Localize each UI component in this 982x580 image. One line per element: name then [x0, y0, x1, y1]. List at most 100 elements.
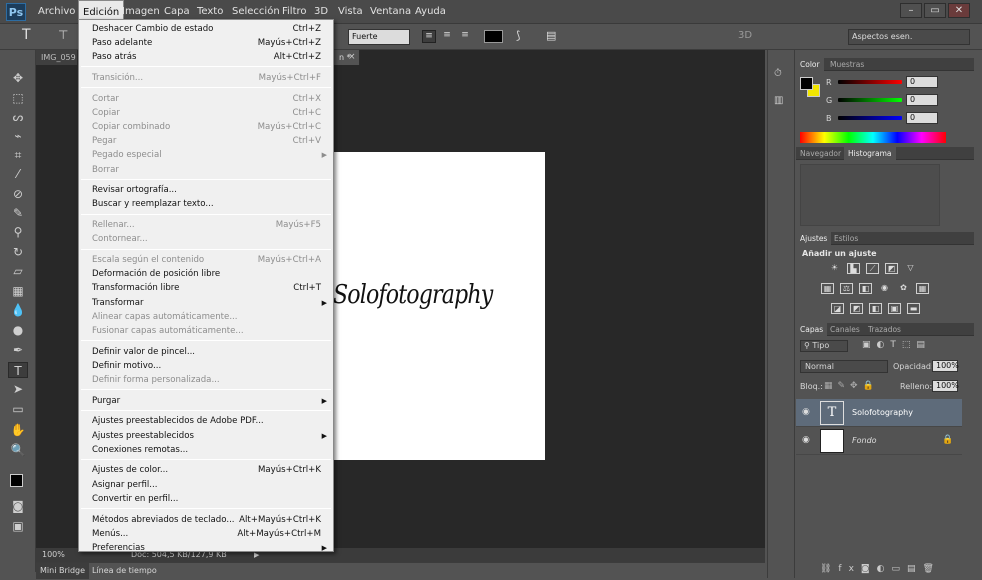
- menu-vista[interactable]: Vista: [334, 0, 367, 24]
- tab-timeline[interactable]: Línea de tiempo: [88, 563, 161, 579]
- brush-tool-icon[interactable]: ✎: [8, 205, 28, 221]
- tab-mini-bridge[interactable]: Mini Bridge: [36, 563, 90, 579]
- edit-menu-item[interactable]: Menús... Alt+Mayús+Ctrl+M: [79, 527, 333, 541]
- curves-adjust-icon[interactable]: ⟋: [866, 263, 879, 274]
- zoom-tool-icon[interactable]: 🔍: [8, 442, 28, 458]
- edit-menu-item[interactable]: Transformación libre Ctrl+T: [79, 281, 333, 295]
- restore-button[interactable]: ▭: [924, 3, 946, 18]
- vibrance-adjust-icon[interactable]: ▽: [904, 263, 917, 274]
- channel-r-slider[interactable]: [838, 80, 902, 84]
- fill-input[interactable]: 100%: [932, 380, 959, 392]
- color-fg-swatch[interactable]: [800, 77, 813, 90]
- eyedropper-tool-icon[interactable]: ⁄: [8, 166, 28, 182]
- layers-footer-icons[interactable]: ⛓fx◙◐▭▤🗑: [820, 564, 941, 574]
- history-brush-tool-icon[interactable]: ↻: [8, 244, 28, 260]
- type-tool-preset-icon[interactable]: T: [22, 27, 31, 43]
- path-select-tool-icon[interactable]: ➤: [8, 381, 28, 397]
- layer-filter-select[interactable]: ⚲ Tipo: [800, 340, 848, 352]
- align-left-icon[interactable]: ≡: [422, 30, 436, 43]
- foreground-color-swatch[interactable]: [10, 474, 23, 487]
- lasso-tool-icon[interactable]: ᔕ: [8, 109, 28, 125]
- tab-close-icon[interactable]: ×: [348, 50, 356, 65]
- layer-name[interactable]: Fondo: [852, 436, 877, 445]
- tab-layers[interactable]: Capas: [796, 323, 828, 336]
- edit-menu-item[interactable]: Definir valor de pincel...: [79, 345, 333, 359]
- edit-menu-item[interactable]: Transformar ▶: [79, 296, 333, 310]
- gradient-tool-icon[interactable]: ▦: [8, 283, 28, 299]
- menu-archivo[interactable]: Archivo: [34, 0, 79, 24]
- marquee-tool-icon[interactable]: ⬚: [8, 90, 28, 106]
- hue-adjust-icon[interactable]: ▦: [821, 283, 834, 294]
- crop-tool-icon[interactable]: ⌗: [8, 147, 28, 163]
- align-center-icon[interactable]: ≡: [440, 30, 454, 43]
- color-spectrum-bar[interactable]: [800, 132, 946, 143]
- edit-menu-item[interactable]: Paso atrás Alt+Ctrl+Z: [79, 50, 333, 64]
- photo-filter-adjust-icon[interactable]: ◉: [878, 283, 891, 294]
- edit-menu-item[interactable]: Revisar ortografía...: [79, 183, 333, 197]
- brightness-adjust-icon[interactable]: ☀: [828, 263, 841, 274]
- type-tool-icon[interactable]: T: [8, 362, 28, 378]
- align-right-icon[interactable]: ≡: [458, 30, 472, 43]
- visibility-eye-icon[interactable]: ◉: [802, 435, 810, 445]
- lock-icons[interactable]: ▦✎✥🔒: [824, 381, 879, 391]
- document-tab[interactable]: IMG_059: [36, 50, 78, 65]
- shape-tool-icon[interactable]: ▭: [8, 401, 28, 417]
- pen-tool-icon[interactable]: ✒: [8, 342, 28, 358]
- edit-menu-item[interactable]: Paso adelante Mayús+Ctrl+Z: [79, 36, 333, 50]
- edit-menu-item[interactable]: Ajustes preestablecidos de Adobe PDF...: [79, 414, 333, 428]
- tab-channels[interactable]: Canales: [826, 323, 864, 336]
- text-color-swatch[interactable]: [484, 30, 503, 43]
- eraser-tool-icon[interactable]: ▱: [8, 263, 28, 279]
- channel-b-value[interactable]: 0: [906, 112, 938, 124]
- menu-ayuda[interactable]: Ayuda: [411, 0, 450, 24]
- edit-menu-item[interactable]: Deshacer Cambio de estado Ctrl+Z: [79, 22, 333, 36]
- antialias-select[interactable]: Fuerte: [348, 29, 410, 45]
- edit-menu-item[interactable]: Buscar y reemplazar texto...: [79, 197, 333, 211]
- character-panel-icon[interactable]: ▤: [546, 29, 556, 42]
- channel-b-slider[interactable]: [838, 116, 902, 120]
- edit-menu-item[interactable]: Definir motivo...: [79, 359, 333, 373]
- edit-menu-item[interactable]: Métodos abreviados de teclado... Alt+Mayú…: [79, 513, 333, 527]
- tab-styles[interactable]: Estilos: [830, 232, 862, 245]
- invert-adjust-icon[interactable]: ◪: [831, 303, 844, 314]
- minimize-button[interactable]: –: [900, 3, 922, 18]
- move-tool-icon[interactable]: ✥: [8, 70, 28, 86]
- edit-menu-item[interactable]: Ajustes de color... Mayús+Ctrl+K: [79, 463, 333, 477]
- screen-mode-icon[interactable]: ▣: [8, 518, 28, 534]
- posterize-adjust-icon[interactable]: ◩: [850, 303, 863, 314]
- color-balance-adjust-icon[interactable]: ⚖: [840, 283, 853, 294]
- blur-tool-icon[interactable]: 💧: [8, 302, 28, 318]
- blend-mode-select[interactable]: Normal: [800, 360, 888, 373]
- exposure-adjust-icon[interactable]: ◩: [885, 263, 898, 274]
- tab-paths[interactable]: Trazados: [864, 323, 905, 336]
- selective-color-adjust-icon[interactable]: ▣: [888, 303, 901, 314]
- zoom-level[interactable]: 100%: [42, 548, 65, 562]
- channel-g-value[interactable]: 0: [906, 94, 938, 106]
- document-tab-active[interactable]: n *: [334, 50, 360, 65]
- hand-tool-icon[interactable]: ✋: [8, 422, 28, 438]
- warp-text-icon[interactable]: ⟆: [516, 29, 520, 42]
- tab-histogram[interactable]: Histograma: [844, 147, 896, 160]
- quick-mask-icon[interactable]: ◙: [8, 498, 28, 514]
- history-panel-icon[interactable]: ⏱: [774, 68, 782, 79]
- tab-swatches[interactable]: Muestras: [826, 58, 868, 71]
- layer-filter-icons[interactable]: ▣◐T⬚▤: [862, 340, 931, 350]
- tab-color[interactable]: Color: [796, 58, 824, 71]
- tab-navigator[interactable]: Navegador: [796, 147, 845, 160]
- opacity-input[interactable]: 100%: [932, 360, 959, 372]
- layer-row-text[interactable]: ◉ T Solofotography: [796, 399, 962, 427]
- edit-menu-item[interactable]: Deformación de posición libre: [79, 267, 333, 281]
- edit-menu-item[interactable]: Purgar ▶: [79, 394, 333, 408]
- healing-brush-tool-icon[interactable]: ⊘: [8, 186, 28, 202]
- tab-adjustments[interactable]: Ajustes: [796, 232, 832, 245]
- clone-stamp-tool-icon[interactable]: ⚲: [8, 224, 28, 240]
- channel-r-value[interactable]: 0: [906, 76, 938, 88]
- edit-menu-item[interactable]: Ajustes preestablecidos ▶: [79, 429, 333, 443]
- 3d-mode-label[interactable]: 3D: [738, 30, 752, 41]
- edit-menu-item[interactable]: Conexiones remotas...: [79, 443, 333, 457]
- edit-menu-item[interactable]: Convertir en perfil...: [79, 492, 333, 506]
- visibility-eye-icon[interactable]: ◉: [802, 407, 810, 417]
- menu-ventana[interactable]: Ventana: [366, 0, 415, 24]
- close-button[interactable]: ✕: [948, 3, 970, 18]
- canvas-text-layer[interactable]: Solofotography: [333, 280, 513, 320]
